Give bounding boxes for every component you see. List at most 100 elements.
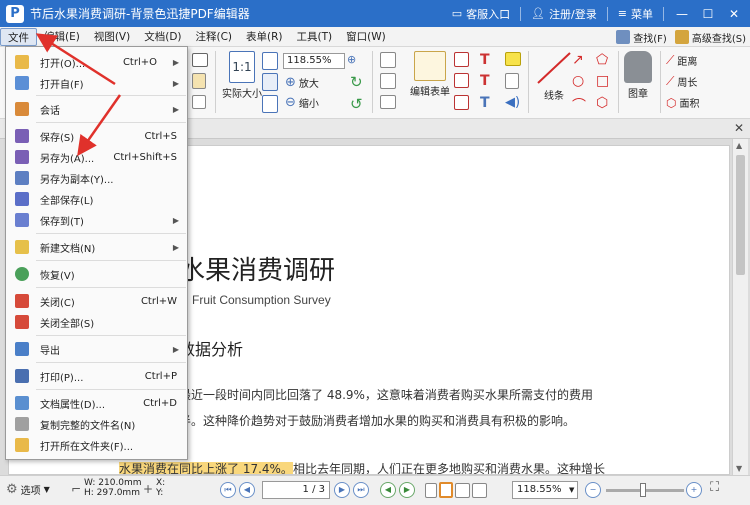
text-add-tool[interactable] (380, 73, 396, 89)
next-page-icon[interactable]: ▶ (334, 482, 350, 498)
stamp-button[interactable]: 图章 (624, 51, 652, 100)
zoom-in-button[interactable]: ⊕ 放大 (285, 75, 319, 90)
text-tool[interactable] (380, 52, 396, 68)
file-menu-export[interactable]: 导出 ▶ (6, 339, 187, 359)
scroll-thumb[interactable] (736, 155, 745, 275)
maximize-icon[interactable]: ☐ (700, 7, 716, 21)
fit-page-tool[interactable] (262, 52, 278, 70)
close-icon[interactable]: ✕ (726, 7, 742, 21)
area-button[interactable]: ⬡ 面积 (666, 95, 699, 111)
arrow-tool[interactable]: ↗ (572, 52, 584, 68)
file-menu-save-to[interactable]: 保存到(T) ▶ (6, 210, 187, 230)
zoom-out-status-icon[interactable]: − (585, 482, 601, 498)
fit-width-tool[interactable] (262, 73, 278, 91)
file-menu-print[interactable]: 打印(P)... Ctrl+P (6, 366, 187, 386)
polyline-tool[interactable]: ⌒ (572, 95, 586, 115)
support-button[interactable]: ▭ 客服入口 (452, 6, 510, 22)
list-tool[interactable] (192, 95, 206, 109)
distance-button[interactable]: ⟋ 距离 (666, 53, 697, 68)
line-button[interactable]: 线条 (536, 51, 572, 102)
file-menu-open-from[interactable]: 打开自(F) ▶ (6, 73, 187, 93)
last-page-icon[interactable]: ⏭ (353, 482, 369, 498)
title-bar: P 节后水果消费调研-背景色迅捷PDF编辑器 ▭ 客服入口 👤︎ 注册/登录 ≡… (0, 0, 750, 27)
first-page-icon[interactable]: ⏮ (220, 482, 236, 498)
rectangle-tool[interactable]: □ (596, 73, 609, 89)
pentagon-tool[interactable]: ⬠ (596, 52, 608, 68)
paste-tool[interactable] (192, 73, 206, 89)
menu-tools[interactable]: 工具(T) (290, 28, 340, 46)
file-menu-save-all[interactable]: 全部保存(L) (6, 189, 187, 209)
cloud-tool[interactable]: ⬡ (596, 95, 608, 111)
close-document-icon[interactable]: ✕ (734, 121, 744, 135)
file-menu-save-as-label: 另存为(A)... (40, 153, 95, 165)
text-box-tool[interactable]: T (480, 73, 490, 89)
rotate-left-tool[interactable]: ↺ (350, 95, 363, 113)
continuous-facing-icon[interactable] (472, 482, 487, 498)
form-list-tool[interactable] (454, 95, 469, 110)
file-menu-save-copy[interactable]: 另存为副本(Y)... (6, 168, 187, 188)
zoom-slider[interactable] (606, 483, 684, 497)
zoom-out-button[interactable]: ⊖ 缩小 (285, 95, 319, 110)
form-text-tool[interactable] (454, 52, 469, 67)
file-menu-open-folder[interactable]: 打开所在文件夹(F)... (6, 435, 187, 455)
actual-size-icon: 1:1 (229, 51, 255, 83)
menu-form[interactable]: 表单(R) (239, 28, 290, 46)
zoom-add-icon[interactable]: ⊕ (347, 53, 356, 66)
paragraph-line-3: 水果消费在同比上涨了 17.4%。相比去年同期，人们正在更多地购买和消费水果。这… (119, 460, 605, 474)
menu-comment[interactable]: 注释(C) (189, 28, 240, 46)
file-menu-close[interactable]: 关闭(C) Ctrl+W (6, 291, 187, 311)
page-dimensions: W: 210.0mm H: 297.0mm (84, 478, 142, 498)
file-menu-close-all[interactable]: 关闭全部(S) (6, 312, 187, 332)
perimeter-button[interactable]: ⟋ 周长 (666, 74, 697, 89)
facing-page-icon[interactable] (455, 482, 470, 498)
typewriter-tool[interactable]: T (480, 52, 490, 68)
vertical-scrollbar[interactable]: ▲ ▼ (732, 139, 748, 475)
circle-tool[interactable]: ○ (572, 73, 584, 89)
rotate-right-tool[interactable]: ↻ (350, 73, 363, 91)
fit-visible-tool[interactable] (262, 95, 278, 113)
scroll-down-icon[interactable]: ▼ (736, 464, 742, 473)
zoom-select[interactable]: 118.55% (283, 53, 345, 69)
file-menu-save[interactable]: 保存(S) Ctrl+S (6, 126, 187, 146)
callout-tool[interactable]: T (480, 95, 490, 111)
forward-icon[interactable]: ▶ (399, 482, 415, 498)
sound-tool[interactable]: ◀︎) (505, 95, 520, 110)
edit-form-button[interactable]: 编辑表单 (410, 51, 450, 98)
previous-page-icon[interactable]: ◀ (239, 482, 255, 498)
file-menu-save-as[interactable]: 另存为(A)... Ctrl+Shift+S (6, 147, 187, 167)
minimize-icon[interactable]: — (674, 7, 690, 21)
file-menu-open[interactable]: 打开(O)... Ctrl+O ▶ (6, 52, 187, 72)
actual-size-button[interactable]: 1:1 实际大小 (222, 51, 262, 100)
zoom-dropdown-icon[interactable]: ▼ (569, 486, 574, 494)
single-page-icon[interactable] (425, 482, 437, 498)
open-from-icon (15, 76, 29, 90)
back-icon[interactable]: ◀ (380, 482, 396, 498)
file-attach-tool[interactable] (505, 73, 519, 89)
advanced-find-button[interactable]: 高级查找(S) (674, 28, 746, 46)
menu-document[interactable]: 文档(D) (137, 28, 188, 46)
menu-button[interactable]: ≡ 菜单 (618, 6, 653, 22)
zoom-slider-knob[interactable] (640, 483, 646, 497)
menu-file[interactable]: 文件 (0, 27, 37, 46)
page-number-input[interactable]: 1 / 3 (262, 481, 330, 499)
note-tool[interactable] (505, 52, 521, 66)
image-tool[interactable] (380, 95, 396, 109)
continuous-page-icon[interactable] (439, 482, 453, 498)
menu-window[interactable]: 窗口(W) (339, 28, 393, 46)
find-button[interactable]: 查找(F) (616, 28, 667, 46)
page-height: H: 297.0mm (84, 488, 140, 498)
zoom-in-status-icon[interactable]: + (686, 482, 702, 498)
options-button[interactable]: ⚙ 选项 ▼ (6, 482, 50, 497)
fullscreen-icon[interactable]: ⛶ (710, 480, 719, 495)
menu-view[interactable]: 视图(V) (87, 28, 137, 46)
login-button[interactable]: 👤︎ 注册/登录 (531, 6, 597, 22)
camera-tool[interactable] (192, 53, 208, 67)
form-field-tool[interactable] (454, 73, 469, 88)
file-menu-copy-filename[interactable]: 复制完整的文件名(N) (6, 414, 187, 434)
menu-edit[interactable]: 编辑(E) (37, 28, 87, 46)
file-menu-session[interactable]: 会话 ▶ (6, 99, 187, 119)
scroll-up-icon[interactable]: ▲ (736, 141, 742, 150)
file-menu-properties[interactable]: 文档属性(D)... Ctrl+D (6, 393, 187, 413)
file-menu-revert[interactable]: 恢复(V) (6, 264, 187, 284)
file-menu-new-document[interactable]: 新建文档(N) ▶ (6, 237, 187, 257)
